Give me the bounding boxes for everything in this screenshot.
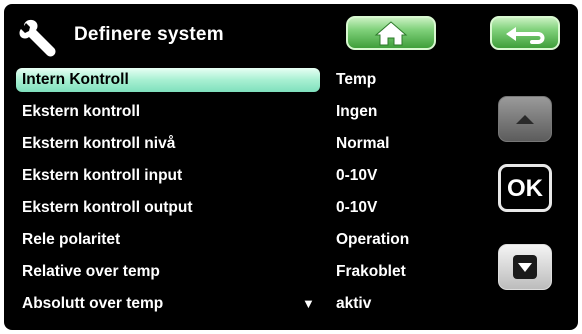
more-below-indicator: ▼ <box>302 296 315 311</box>
list-item-rele-polaritet[interactable]: Rele polaritet Operation <box>16 228 446 252</box>
up-arrow-icon <box>516 115 534 124</box>
list-item-label: Absolutt over temp <box>22 295 164 312</box>
list-item-label: Ekstern kontroll <box>22 103 140 120</box>
ok-button[interactable]: OK <box>498 164 552 212</box>
list-item-label: Intern Kontroll <box>22 71 129 88</box>
list-item-ekstern-kontroll-output[interactable]: Ekstern kontroll output 0-10V <box>16 196 446 220</box>
screen: Definere system Intern Kontroll Temp Eks… <box>4 4 578 330</box>
list-item-label: Ekstern kontroll input <box>22 167 183 184</box>
list-item-ekstern-kontroll[interactable]: Ekstern kontroll Ingen <box>16 100 446 124</box>
scroll-down-button[interactable] <box>498 244 552 290</box>
list-item-value: 0-10V <box>336 167 378 184</box>
list-item-label: Ekstern kontroll output <box>22 199 193 216</box>
list-item-intern-kontroll[interactable]: Intern Kontroll Temp <box>16 68 446 92</box>
list-item-value: Operation <box>336 231 410 248</box>
list-item-absolutt-over-temp[interactable]: Absolutt over temp ▼ aktiv <box>16 292 446 316</box>
list-item-label: Ekstern kontroll nivå <box>22 135 176 152</box>
back-arrow-icon <box>506 27 545 44</box>
list-item-value: 0-10V <box>336 199 378 216</box>
list-item-relative-over-temp[interactable]: Relative over temp Frakoblet <box>16 260 446 284</box>
back-button[interactable] <box>490 16 560 50</box>
list-item-label: Relative over temp <box>22 263 160 280</box>
ok-button-label: OK <box>507 175 543 202</box>
home-button[interactable] <box>346 16 436 50</box>
down-arrow-icon <box>513 255 537 279</box>
wrench-icon <box>19 19 56 57</box>
scroll-up-button[interactable] <box>498 96 552 142</box>
home-icon <box>374 21 408 46</box>
list-item-label: Rele polaritet <box>22 231 121 248</box>
list-item-value: aktiv <box>336 295 372 312</box>
list-item-value: Normal <box>336 135 390 152</box>
list-item-value: Frakoblet <box>336 263 406 280</box>
list-item-value: Ingen <box>336 103 378 120</box>
list-item-ekstern-kontroll-niva[interactable]: Ekstern kontroll nivå Normal <box>16 132 446 156</box>
list-item-value: Temp <box>336 71 377 88</box>
page-title: Definere system <box>74 24 224 45</box>
list-item-ekstern-kontroll-input[interactable]: Ekstern kontroll input 0-10V <box>16 164 446 188</box>
